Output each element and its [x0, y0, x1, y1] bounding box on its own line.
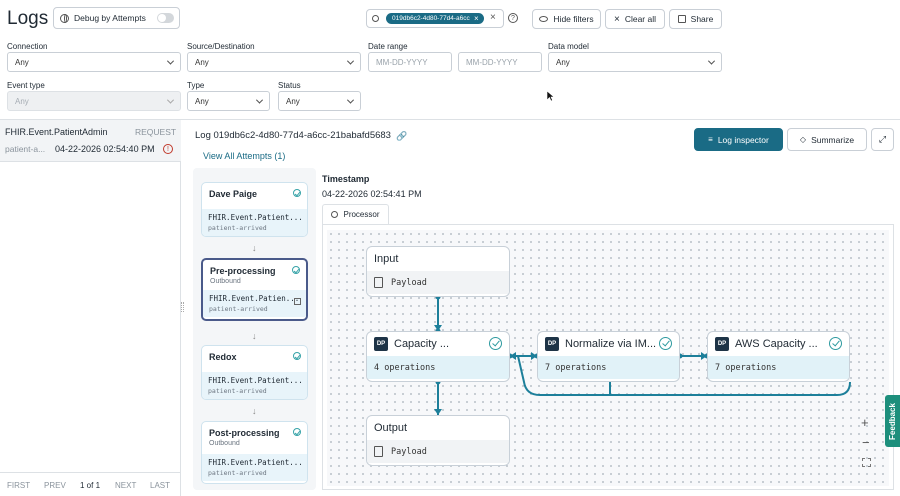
processor-node-body: 7 operations — [538, 356, 679, 379]
input-node-body: Payload — [391, 277, 427, 288]
fit-view-icon[interactable] — [862, 458, 871, 467]
processor-node-capacity[interactable]: DP Capacity ... 4 operations — [366, 331, 510, 382]
input-node[interactable]: Input Payload — [366, 246, 510, 297]
processor-node-normalize[interactable]: DP Normalize via IM... 7 operations — [537, 331, 680, 382]
processor-node-title: Normalize via IM... — [565, 338, 657, 350]
zoom-in-button[interactable]: + — [861, 415, 869, 430]
check-circle-icon — [489, 337, 502, 350]
processor-node-body: 7 operations — [708, 356, 849, 379]
check-circle-icon — [829, 337, 842, 350]
processor-node-aws-capacity[interactable]: DP AWS Capacity ... 7 operations — [707, 331, 850, 382]
input-node-title: Input — [374, 253, 399, 265]
feedback-tab[interactable]: Feedback — [885, 395, 900, 447]
processor-node-title: Capacity ... — [394, 338, 450, 350]
feedback-label: Feedback — [888, 402, 897, 440]
output-node-body: Payload — [391, 446, 427, 457]
zoom-out-button[interactable]: − — [862, 435, 870, 450]
document-icon — [374, 277, 383, 288]
check-circle-icon — [659, 337, 672, 350]
dp-badge-icon: DP — [715, 337, 729, 351]
processor-node-body: 4 operations — [367, 356, 509, 379]
dp-badge-icon: DP — [545, 337, 559, 351]
output-node-title: Output — [374, 422, 408, 434]
output-node[interactable]: Output Payload — [366, 415, 510, 466]
processor-node-title: AWS Capacity ... — [735, 338, 818, 350]
dp-badge-icon: DP — [374, 337, 388, 351]
document-icon — [374, 446, 383, 457]
